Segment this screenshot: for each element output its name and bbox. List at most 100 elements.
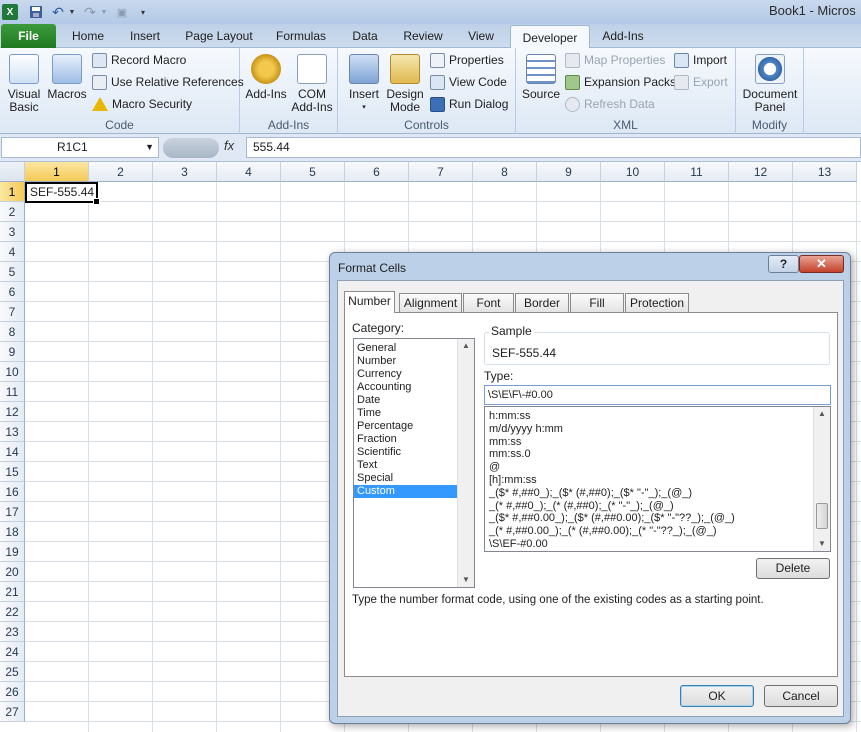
tab-home[interactable]: Home [64, 24, 112, 48]
tab-view[interactable]: View [460, 24, 502, 48]
redo-icon[interactable]: ↷ [82, 4, 98, 20]
undo-icon[interactable]: ↶ [50, 4, 66, 20]
source-button[interactable]: Source [520, 54, 562, 101]
insert-function-icon[interactable]: fx [224, 138, 234, 153]
row-header[interactable]: 18 [0, 522, 25, 542]
row-header[interactable]: 24 [0, 642, 25, 662]
format-list-scrollbar[interactable]: ▲ ▼ [813, 407, 830, 551]
tab-number[interactable]: Number [344, 291, 395, 313]
category-item[interactable]: Special [354, 472, 457, 485]
column-header[interactable]: 6 [345, 162, 409, 182]
formula-input[interactable]: 555.44 [246, 137, 861, 158]
column-header[interactable]: 13 [793, 162, 857, 182]
format-code-item[interactable]: m/d/yyyy h:mm [485, 423, 813, 436]
row-header[interactable]: 23 [0, 622, 25, 642]
format-code-item[interactable]: _(* #,##0_);_(* (#,##0);_(* "-"_);_(@_) [485, 500, 813, 513]
tab-formulas[interactable]: Formulas [270, 24, 332, 48]
close-icon[interactable]: ✕ [799, 255, 844, 273]
tab-protection[interactable]: Protection [625, 293, 689, 312]
row-header[interactable]: 12 [0, 402, 25, 422]
macros-button[interactable]: Macros [46, 54, 88, 101]
help-button[interactable]: ? [768, 255, 799, 273]
select-all-corner[interactable] [0, 162, 25, 182]
use-relative-references-button[interactable]: Use Relative References [92, 73, 244, 91]
column-header[interactable]: 3 [153, 162, 217, 182]
category-item[interactable]: Text [354, 459, 457, 472]
document-panel-button[interactable]: Document Panel [740, 54, 800, 114]
view-code-button[interactable]: View Code [430, 73, 507, 91]
column-header[interactable]: 8 [473, 162, 537, 182]
format-code-item[interactable]: h:mm:ss [485, 410, 813, 423]
row-header[interactable]: 3 [0, 222, 25, 242]
tab-file[interactable]: File [1, 24, 56, 48]
row-header[interactable]: 16 [0, 482, 25, 502]
tab-developer[interactable]: Developer [510, 25, 590, 49]
row-header[interactable]: 26 [0, 682, 25, 702]
category-item[interactable]: Scientific [354, 446, 457, 459]
map-properties-button[interactable]: Map Properties [565, 51, 665, 69]
column-header[interactable]: 12 [729, 162, 793, 182]
column-header[interactable]: 10 [601, 162, 665, 182]
row-header[interactable]: 14 [0, 442, 25, 462]
import-button[interactable]: Import [674, 51, 727, 69]
category-item[interactable]: Currency [354, 368, 457, 381]
com-add-ins-button[interactable]: COM Add-Ins [290, 54, 334, 114]
format-code-list[interactable]: h:mm:ss m/d/yyyy h:mm mm:ss mm:ss.0 @ [h]:mm:… [484, 406, 831, 552]
visual-basic-button[interactable]: Visual Basic [4, 54, 44, 114]
category-item[interactable]: General [354, 342, 457, 355]
column-header[interactable]: 5 [281, 162, 345, 182]
paste-icon[interactable]: ▣ [114, 4, 130, 20]
format-code-item[interactable]: _(* #,##0.00_);_(* (#,##0.00);_(* "-"??_… [485, 525, 813, 538]
scroll-down-icon[interactable]: ▼ [458, 573, 474, 587]
redo-dropdown-icon[interactable]: ▼ [100, 4, 108, 20]
name-box-dropdown-icon[interactable]: ▼ [145, 138, 154, 157]
refresh-data-button[interactable]: Refresh Data [565, 95, 655, 113]
tab-border[interactable]: Border [515, 293, 569, 312]
column-header[interactable]: 1 [25, 162, 89, 182]
column-header[interactable]: 4 [217, 162, 281, 182]
row-header[interactable]: 11 [0, 382, 25, 402]
category-item[interactable]: Date [354, 394, 457, 407]
scroll-thumb[interactable] [816, 503, 828, 529]
category-item[interactable]: Fraction [354, 433, 457, 446]
format-code-item[interactable]: _($* #,##0_);_($* (#,##0);_($* "-"_);_(@… [485, 487, 813, 500]
column-header[interactable]: 2 [89, 162, 153, 182]
row-header[interactable]: 22 [0, 602, 25, 622]
add-ins-button[interactable]: Add-Ins [244, 54, 288, 101]
tab-font[interactable]: Font [463, 293, 514, 312]
format-code-item[interactable]: mm:ss.0 [485, 448, 813, 461]
row-header[interactable]: 20 [0, 562, 25, 582]
format-code-item[interactable]: _($* #,##0.00_);_($* (#,##0.00);_($* "-"… [485, 512, 813, 525]
tab-insert[interactable]: Insert [122, 24, 168, 48]
row-header[interactable]: 17 [0, 502, 25, 522]
undo-dropdown-icon[interactable]: ▼ [68, 4, 76, 20]
run-dialog-button[interactable]: Run Dialog [430, 95, 508, 113]
row-header[interactable]: 9 [0, 342, 25, 362]
record-macro-button[interactable]: Record Macro [92, 51, 186, 69]
ok-button[interactable]: OK [680, 685, 754, 707]
save-icon[interactable] [28, 4, 44, 20]
format-code-item[interactable]: mm:ss [485, 436, 813, 449]
tab-data[interactable]: Data [345, 24, 385, 48]
properties-button[interactable]: Properties [430, 51, 504, 69]
row-header[interactable]: 7 [0, 302, 25, 322]
column-header[interactable]: 11 [665, 162, 729, 182]
tab-fill[interactable]: Fill [570, 293, 624, 312]
tab-page-layout[interactable]: Page Layout [180, 24, 258, 48]
row-header[interactable]: 15 [0, 462, 25, 482]
tab-review[interactable]: Review [398, 24, 448, 48]
scroll-up-icon[interactable]: ▲ [458, 339, 474, 353]
scroll-up-icon[interactable]: ▲ [814, 407, 830, 421]
tab-add-ins[interactable]: Add-Ins [594, 24, 652, 48]
row-header[interactable]: 1 [0, 182, 25, 202]
category-item[interactable]: Time [354, 407, 457, 420]
row-header[interactable]: 8 [0, 322, 25, 342]
category-item[interactable]: Custom [354, 485, 457, 498]
expansion-packs-button[interactable]: Expansion Packs [565, 73, 676, 91]
scroll-down-icon[interactable]: ▼ [814, 537, 830, 551]
design-mode-button[interactable]: Design Mode [384, 54, 426, 114]
type-input[interactable]: \S\E\F\-#0.00 [484, 385, 831, 405]
category-item[interactable]: Percentage [354, 420, 457, 433]
row-header[interactable]: 2 [0, 202, 25, 222]
row-header[interactable]: 5 [0, 262, 25, 282]
